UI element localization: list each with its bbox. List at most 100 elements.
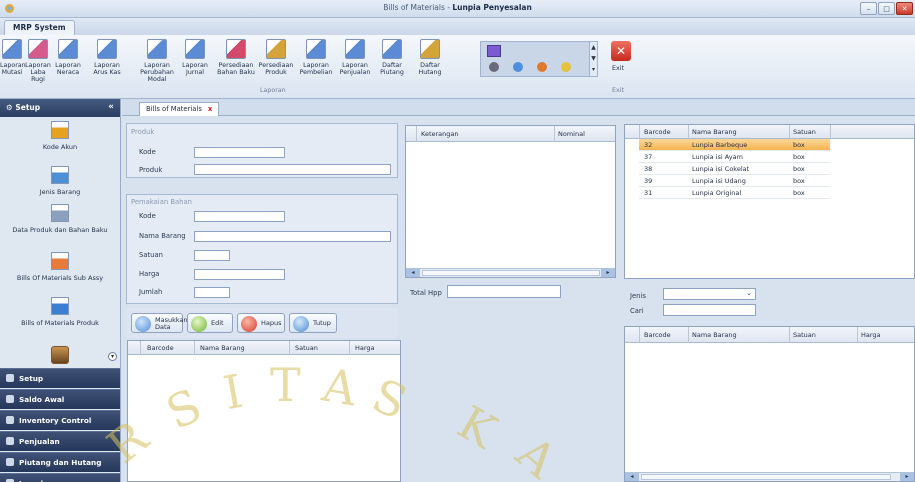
material-grid-hscroll[interactable]: ◂ ▸: [625, 472, 914, 481]
sidebar-section-4[interactable]: Piutang dan Hutang: [0, 452, 120, 472]
sidebar-item-label: Data Produk dan Bahan Baku: [12, 226, 108, 234]
product-cell-barcode: 32: [644, 141, 653, 149]
report-profit-icon: [28, 39, 48, 59]
ribbon: Laporan Mutasi Laporan Laba Rugi Laporan Nera…: [0, 35, 915, 99]
detail-grid-sep-3: [349, 341, 350, 355]
scroll-left-icon[interactable]: ◂: [406, 269, 420, 277]
gallery-style-3-icon[interactable]: [513, 62, 523, 72]
material-grid[interactable]: Barcode Nama Barang Satuan Harga ◂ ▸: [624, 326, 915, 482]
material-col-satuan[interactable]: Satuan: [793, 331, 816, 339]
ribbon-button-2[interactable]: Laporan Neraca: [52, 39, 84, 76]
minimize-button[interactable]: –: [860, 2, 877, 15]
ribbon-button-5[interactable]: Laporan Jurnal: [180, 39, 210, 76]
product-col-nama[interactable]: Nama Barang: [692, 128, 737, 136]
sidebar-section-1[interactable]: Saldo Awal: [0, 389, 120, 409]
cost-col-keterangan[interactable]: Keterangan: [421, 130, 459, 138]
sidebar-header[interactable]: ⚙ Setup «: [0, 99, 120, 117]
produk-nama-input[interactable]: [194, 164, 391, 175]
sidebar-section-0[interactable]: Setup: [0, 368, 120, 388]
watermark-letter: K: [448, 395, 506, 459]
ribbon-button-11[interactable]: Daftar Hutang: [413, 39, 447, 76]
ribbon-button-label-2: Bahan Baku: [217, 69, 255, 76]
bahan-harga-input[interactable]: [194, 269, 285, 280]
sidebar-section-3[interactable]: Penjualan: [0, 431, 120, 451]
sidebar-section-2[interactable]: Inventory Control: [0, 410, 120, 430]
tutup-button[interactable]: Tutup: [289, 313, 337, 333]
cost-grid[interactable]: Keterangan Nominal ◂ ▸: [405, 125, 616, 278]
table-row[interactable]: 32 Lunpia Barbeque box: [639, 139, 830, 151]
material-scroll-right-icon[interactable]: ▸: [900, 473, 914, 481]
edit-button[interactable]: Edit: [187, 313, 233, 333]
user-icon[interactable]: [51, 346, 69, 364]
ribbon-button-label-2: Pembelian: [299, 69, 333, 76]
cost-grid-scroll-thumb[interactable]: [422, 270, 600, 276]
sidebar-section-5[interactable]: Jurnal: [0, 473, 120, 482]
ribbon-button-6[interactable]: Persediaan Bahan Baku: [217, 39, 255, 76]
exit-button[interactable]: ✕: [611, 41, 631, 61]
produk-kode-input[interactable]: [194, 147, 285, 158]
material-scroll-thumb[interactable]: [641, 474, 891, 480]
detail-col-0[interactable]: Barcode: [147, 344, 174, 352]
ribbon-button-0[interactable]: Laporan Mutasi: [0, 39, 26, 76]
table-row[interactable]: 38 Lunpia isi Cokelat box: [639, 163, 830, 175]
ribbon-button-10[interactable]: Daftar Piutang: [375, 39, 409, 76]
sidebar-item-0[interactable]: Kode Akun: [0, 121, 120, 151]
product-col-satuan[interactable]: Satuan: [793, 128, 816, 136]
sidebar-item-4[interactable]: Bills of Materials Produk: [0, 297, 120, 327]
ribbon-button-9[interactable]: Laporan Penjualan: [338, 39, 372, 76]
tab-mrp-system[interactable]: MRP System: [4, 20, 75, 35]
bahan-kode-input[interactable]: [194, 211, 285, 222]
material-col-barcode[interactable]: Barcode: [644, 331, 671, 339]
sidebar-item-3[interactable]: Bills Of Materials Sub Assy: [0, 252, 120, 282]
scroll-right-icon[interactable]: ▸: [601, 269, 615, 277]
detail-col-1[interactable]: Nama Barang: [200, 344, 245, 352]
detail-col-2[interactable]: Satuan: [295, 344, 318, 352]
chevron-down-icon[interactable]: ⌄: [746, 289, 752, 297]
product-cell-barcode: 31: [644, 189, 653, 197]
ribbon-button-label-1: Laporan: [303, 62, 329, 69]
ribbon-button-3[interactable]: Laporan Arus Kas: [92, 39, 122, 76]
bahan-jumlah-input[interactable]: [194, 287, 230, 298]
ribbon-button-7[interactable]: Persediaan Produk: [258, 39, 294, 76]
sidebar-item-2[interactable]: Data Produk dan Bahan Baku: [0, 204, 120, 234]
gallery-style-2-icon[interactable]: [489, 62, 499, 72]
jenis-select[interactable]: ⌄: [663, 288, 756, 300]
material-col-nama[interactable]: Nama Barang: [692, 331, 737, 339]
close-window-button[interactable]: ✕: [896, 2, 913, 15]
ribbon-tab-strip: MRP System: [0, 18, 915, 35]
cari-input[interactable]: [663, 304, 756, 316]
maximize-button[interactable]: □: [878, 2, 895, 15]
detail-grid[interactable]: BarcodeNama BarangSatuanHargaJumlahTotal: [127, 340, 401, 482]
bahan-nama-input[interactable]: [194, 231, 391, 242]
close-tab-icon[interactable]: x: [208, 105, 212, 113]
hapus-button[interactable]: Hapus: [237, 313, 285, 333]
ribbon-button-8[interactable]: Laporan Pembelian: [298, 39, 334, 76]
expand-down-icon[interactable]: ▾: [108, 352, 117, 361]
material-scroll-left-icon[interactable]: ◂: [625, 473, 639, 481]
style-gallery[interactable]: ▲ ▼ ▾: [480, 41, 598, 77]
collapse-chevron-icon[interactable]: «: [108, 102, 114, 112]
gallery-style-4-icon[interactable]: [537, 62, 547, 72]
raw-stock-icon: [226, 39, 246, 59]
tab-bills-of-materials[interactable]: Bills of Materials x: [139, 102, 220, 116]
close-form-icon: [293, 316, 309, 332]
detail-col-3[interactable]: Harga: [355, 344, 375, 352]
gallery-style-1-icon[interactable]: [487, 45, 501, 57]
product-grid-header: Barcode Nama Barang Satuan: [625, 125, 914, 139]
ribbon-button-4[interactable]: Laporan Perubahan Modal: [134, 39, 180, 83]
gallery-scroll[interactable]: ▲ ▼ ▾: [589, 42, 597, 76]
product-col-barcode[interactable]: Barcode: [644, 128, 671, 136]
product-grid[interactable]: Barcode Nama Barang Satuan 32 Lunpia Barb…: [624, 124, 915, 279]
sidebar-item-1[interactable]: Jenis Barang: [0, 166, 120, 196]
table-row[interactable]: 37 Lunpia isi Ayam box: [639, 151, 830, 163]
total-hpp-input[interactable]: [447, 285, 561, 298]
gallery-style-5-icon[interactable]: [561, 62, 571, 72]
cost-col-nominal[interactable]: Nominal: [558, 130, 585, 138]
cost-grid-hscroll[interactable]: ◂ ▸: [406, 268, 615, 277]
material-col-harga[interactable]: Harga: [861, 331, 881, 339]
ribbon-button-1[interactable]: Laporan Laba Rugi: [24, 39, 52, 83]
table-row[interactable]: 39 Lunpia isi Udang box: [639, 175, 830, 187]
masukkan-data-button[interactable]: Masukkan Data: [131, 313, 188, 333]
table-row[interactable]: 31 Lunpia Original box: [639, 187, 830, 199]
bahan-satuan-input[interactable]: [194, 250, 230, 261]
